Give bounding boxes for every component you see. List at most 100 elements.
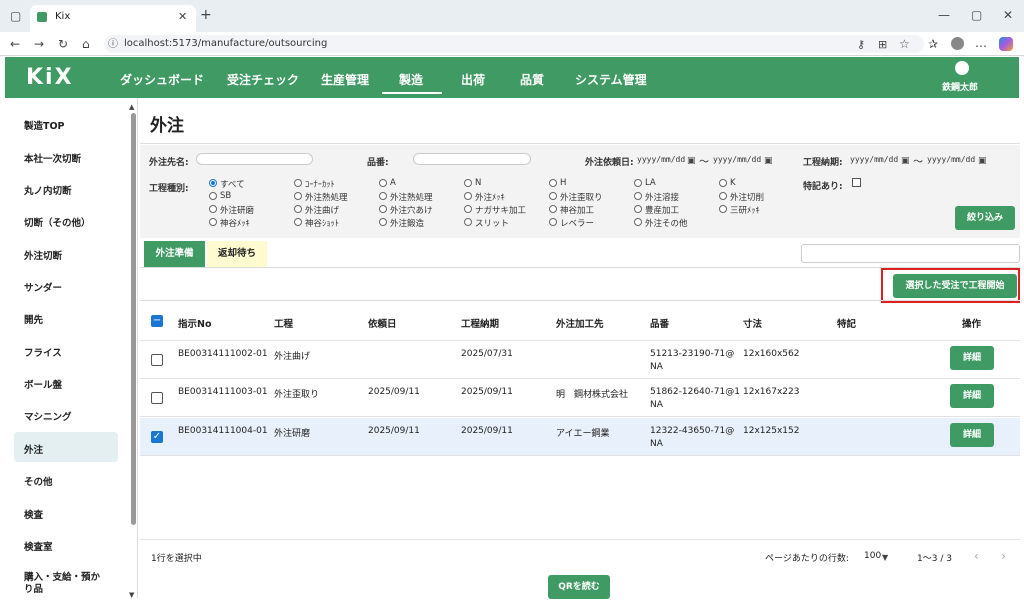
maximize-icon[interactable]: ▢ <box>971 8 982 22</box>
detail-button[interactable]: 詳細 <box>950 423 994 447</box>
col-header-no[interactable]: 指示No <box>178 316 211 330</box>
table-row[interactable] <box>140 341 1020 379</box>
process-option-radio[interactable] <box>464 218 472 226</box>
nav-production[interactable]: 生産管理 <box>321 71 369 88</box>
process-option-label[interactable]: ナガサキ加工 <box>475 204 526 216</box>
process-option-radio[interactable] <box>549 192 557 200</box>
site-info-icon[interactable]: ⓘ <box>108 38 118 52</box>
process-option-radio[interactable] <box>209 218 217 226</box>
detail-button[interactable]: 詳細 <box>950 346 994 370</box>
user-avatar-icon[interactable] <box>955 61 969 75</box>
reader-icon[interactable]: ⊞ <box>878 38 887 52</box>
select-all-checkbox[interactable]: − <box>151 315 163 327</box>
process-option-radio[interactable] <box>379 192 387 200</box>
process-option-label[interactable]: K <box>730 178 736 188</box>
next-page-icon[interactable]: › <box>1001 549 1006 563</box>
sidebar-item-inspection-room[interactable]: 検査室 <box>24 539 53 553</box>
sidebar-item-purchase-cont[interactable]: り品 <box>24 581 43 595</box>
col-header-due[interactable]: 工程納期 <box>461 316 499 330</box>
process-option-label[interactable]: レベラー <box>560 217 594 229</box>
request-date-from[interactable]: yyyy/mm/dd <box>637 155 685 164</box>
process-option-radio[interactable] <box>549 205 557 213</box>
favorite-star-icon[interactable]: ☆ <box>899 37 910 51</box>
home-icon[interactable]: ⌂ <box>82 37 90 51</box>
sidebar-item-machining[interactable]: マシニング <box>24 409 72 423</box>
rows-per-page-select[interactable]: 100 <box>864 551 881 561</box>
close-window-icon[interactable]: ✕ <box>1003 8 1013 22</box>
vendor-input[interactable] <box>196 153 313 165</box>
key-icon[interactable]: ⚷ <box>857 38 865 52</box>
process-option-label[interactable]: 外注溶接 <box>645 191 679 203</box>
process-option-radio[interactable] <box>379 205 387 213</box>
new-tab-icon[interactable]: + <box>200 8 212 22</box>
favorites-icon[interactable]: ✰ <box>928 37 938 51</box>
process-option-label[interactable]: 外注研磨 <box>220 204 254 216</box>
process-option-label[interactable]: 外注ﾒｯｷ <box>475 191 505 203</box>
process-option-radio[interactable] <box>634 218 642 226</box>
process-option-label[interactable]: 外注曲げ <box>305 204 339 216</box>
part-input[interactable] <box>413 153 531 165</box>
sidebar-item-inspection[interactable]: 検査 <box>24 507 43 521</box>
sidebar-scrollbar[interactable] <box>131 113 136 525</box>
app-logo[interactable]: KiX <box>26 65 74 90</box>
nav-order-check[interactable]: 受注チェック <box>227 71 299 88</box>
process-option-radio[interactable] <box>549 179 557 187</box>
back-icon[interactable]: ← <box>10 37 20 51</box>
qr-read-button[interactable]: QRを読む <box>548 575 610 599</box>
dropdown-caret-icon[interactable]: ▼ <box>882 551 888 565</box>
request-date-to[interactable]: yyyy/mm/dd <box>713 155 761 164</box>
process-option-label[interactable]: 外注熱処理 <box>305 191 348 203</box>
row-checkbox[interactable]: ✓ <box>151 431 163 443</box>
detail-button[interactable]: 詳細 <box>950 384 994 408</box>
col-header-size[interactable]: 寸法 <box>743 316 762 330</box>
process-option-radio[interactable] <box>294 205 302 213</box>
sidebar-item-marunouchi-cut[interactable]: 丸ノ内切断 <box>24 183 72 197</box>
process-option-radio[interactable] <box>209 192 217 200</box>
nav-quality[interactable]: 品質 <box>520 71 544 88</box>
calendar-icon[interactable]: ▣ <box>901 154 910 168</box>
prev-page-icon[interactable]: ‹ <box>974 549 979 563</box>
process-option-radio[interactable] <box>209 205 217 213</box>
tab-search-input[interactable] <box>801 244 1020 263</box>
sidebar-item-outsourced-cut[interactable]: 外注切断 <box>24 248 62 262</box>
row-checkbox[interactable] <box>151 354 163 366</box>
calendar-icon[interactable]: ▣ <box>764 154 773 168</box>
user-name[interactable]: 鉄鋼太郎 <box>942 80 978 93</box>
process-option-label[interactable]: 豊産加工 <box>645 204 679 216</box>
tab-prep[interactable]: 外注準備 <box>144 241 205 267</box>
sidebar-item-drill[interactable]: ボール盤 <box>24 377 62 391</box>
minimize-icon[interactable]: — <box>938 8 950 22</box>
scroll-down-icon[interactable]: ▼ <box>129 588 134 602</box>
process-option-radio[interactable] <box>294 218 302 226</box>
process-option-label[interactable]: 神谷加工 <box>560 204 594 216</box>
process-option-label[interactable]: N <box>475 178 481 188</box>
due-date-to[interactable]: yyyy/mm/dd <box>927 155 975 164</box>
process-option-label[interactable]: 外注鍛造 <box>390 217 424 229</box>
reload-icon[interactable]: ↻ <box>58 37 68 51</box>
sidebar-item-outsourcing[interactable]: 外注 <box>24 442 43 456</box>
process-option-radio[interactable] <box>464 179 472 187</box>
sidebar-item-honsha-cut[interactable]: 本社一次切断 <box>24 151 81 165</box>
nav-shipping[interactable]: 出荷 <box>461 71 485 88</box>
process-option-label[interactable]: 外注熱処理 <box>390 191 433 203</box>
process-option-radio[interactable] <box>719 179 727 187</box>
sidebar-item-sander[interactable]: サンダー <box>24 280 62 294</box>
process-option-label[interactable]: すべて <box>220 178 245 190</box>
col-header-request[interactable]: 依頼日 <box>368 316 397 330</box>
process-option-radio[interactable] <box>209 179 217 187</box>
copilot-icon[interactable] <box>999 37 1013 51</box>
nav-dashboard[interactable]: ダッシュボード <box>120 71 204 88</box>
process-option-radio[interactable] <box>634 205 642 213</box>
col-header-action[interactable]: 操作 <box>962 316 981 330</box>
nav-system[interactable]: システム管理 <box>575 71 647 88</box>
close-tab-icon[interactable]: ✕ <box>178 10 187 24</box>
process-option-label[interactable]: 外注穴あけ <box>390 204 433 216</box>
process-option-radio[interactable] <box>719 192 727 200</box>
process-option-label[interactable]: 外注その他 <box>645 217 688 229</box>
tab-return-wait[interactable]: 返却待ち <box>207 241 267 267</box>
process-option-radio[interactable] <box>549 218 557 226</box>
scroll-up-icon[interactable]: ▲ <box>129 100 134 114</box>
special-checkbox[interactable] <box>852 178 861 187</box>
process-option-radio[interactable] <box>379 179 387 187</box>
process-option-label[interactable]: 外注切削 <box>730 191 764 203</box>
